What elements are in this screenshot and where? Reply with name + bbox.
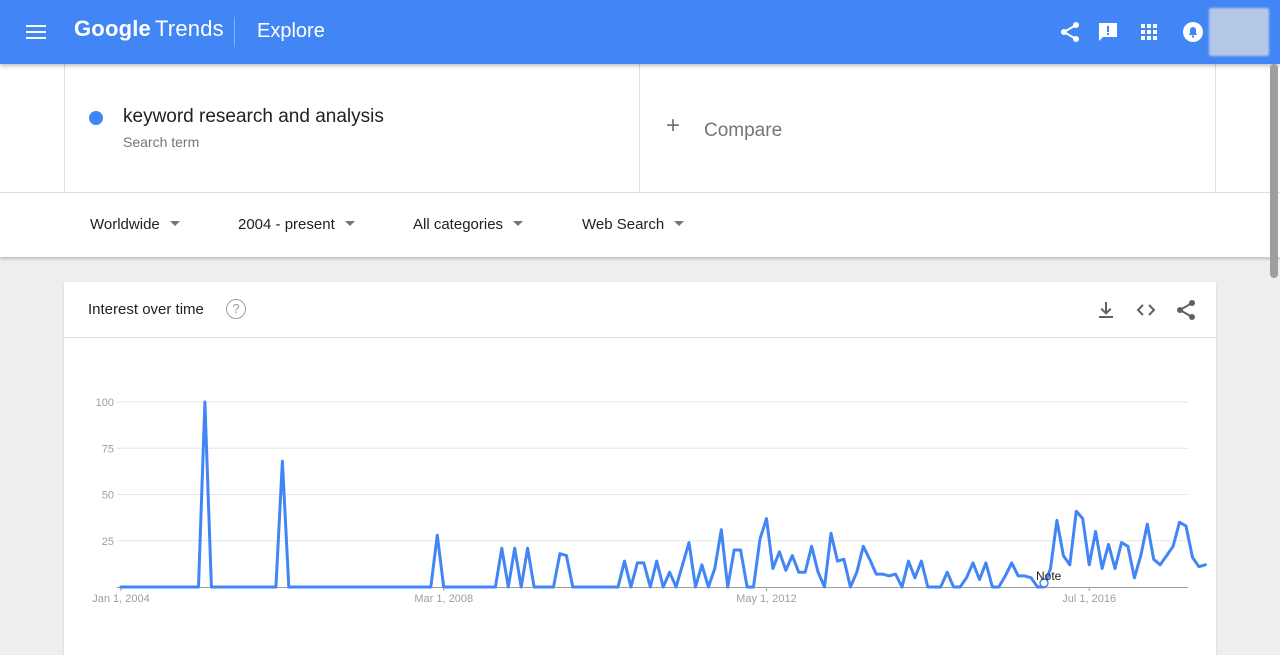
embed-code-icon[interactable] bbox=[1134, 298, 1158, 322]
search-terms-panel: keyword research and analysis Search ter… bbox=[0, 64, 1280, 193]
y-tick-label: 100 bbox=[96, 397, 114, 409]
help-icon[interactable]: ? bbox=[226, 299, 246, 319]
x-tick-label: Mar 1, 2008 bbox=[414, 593, 473, 605]
notifications-icon[interactable] bbox=[1181, 20, 1205, 44]
category-filter[interactable]: All categories bbox=[413, 216, 524, 233]
dropdown-arrow-icon bbox=[169, 220, 180, 226]
feedback-icon[interactable] bbox=[1096, 20, 1120, 44]
logo-trends-text: Trends bbox=[154, 16, 224, 41]
term-color-dot bbox=[89, 111, 103, 125]
interest-over-time-chart[interactable]: 100 75 50 25 Jan 1, 2004 Mar 1, 2008 May 1, 20… bbox=[64, 338, 1216, 618]
category-filter-label: All categories bbox=[413, 216, 504, 233]
interest-over-time-card: Interest over time ? 100 75 50 25 Jan 1, 200… bbox=[64, 282, 1216, 655]
dropdown-arrow-icon bbox=[513, 220, 524, 226]
card-header: Interest over time ? bbox=[64, 282, 1216, 338]
time-range-filter[interactable]: 2004 - present bbox=[238, 216, 355, 233]
search-type-filter[interactable]: Web Search bbox=[582, 216, 685, 233]
menu-icon[interactable] bbox=[24, 20, 48, 44]
y-tick-label: 75 bbox=[102, 443, 114, 455]
card-title: Interest over time bbox=[88, 301, 204, 318]
region-filter[interactable]: Worldwide bbox=[90, 216, 180, 233]
compare-label: Compare bbox=[704, 120, 783, 141]
y-tick-label: 25 bbox=[102, 536, 114, 548]
search-term-subtitle: Search term bbox=[123, 134, 200, 150]
compare-card[interactable]: + Compare bbox=[640, 64, 1216, 192]
y-tick-label: 50 bbox=[102, 490, 114, 502]
share-icon[interactable] bbox=[1058, 20, 1082, 44]
google-trends-logo[interactable]: Google Trends bbox=[74, 16, 224, 42]
header-divider bbox=[234, 17, 235, 47]
search-term-text[interactable]: keyword research and analysis bbox=[123, 106, 384, 128]
share-chart-icon[interactable] bbox=[1174, 298, 1198, 322]
x-tick-label: Jan 1, 2004 bbox=[92, 593, 150, 605]
filter-bar: Worldwide 2004 - present All categories … bbox=[0, 193, 1280, 257]
apps-grid-icon[interactable] bbox=[1137, 20, 1161, 44]
logo-google-text: Google bbox=[74, 16, 151, 41]
dropdown-arrow-icon bbox=[674, 220, 685, 226]
x-tick-label: May 1, 2012 bbox=[736, 593, 797, 605]
region-filter-label: Worldwide bbox=[90, 216, 160, 233]
search-type-filter-label: Web Search bbox=[582, 216, 665, 233]
page-scrollbar[interactable] bbox=[1270, 64, 1278, 278]
top-app-bar: Google Trends Explore bbox=[0, 0, 1280, 64]
plus-icon: + bbox=[666, 112, 681, 139]
time-range-filter-label: 2004 - present bbox=[238, 216, 335, 233]
page-title: Explore bbox=[257, 20, 325, 42]
note-annotation: Note bbox=[1036, 569, 1062, 583]
download-icon[interactable] bbox=[1094, 298, 1118, 322]
dropdown-arrow-icon bbox=[344, 220, 355, 226]
search-term-card[interactable]: keyword research and analysis Search ter… bbox=[64, 64, 640, 192]
account-avatar[interactable] bbox=[1209, 8, 1269, 56]
x-tick-label: Jul 1, 2016 bbox=[1062, 593, 1116, 605]
